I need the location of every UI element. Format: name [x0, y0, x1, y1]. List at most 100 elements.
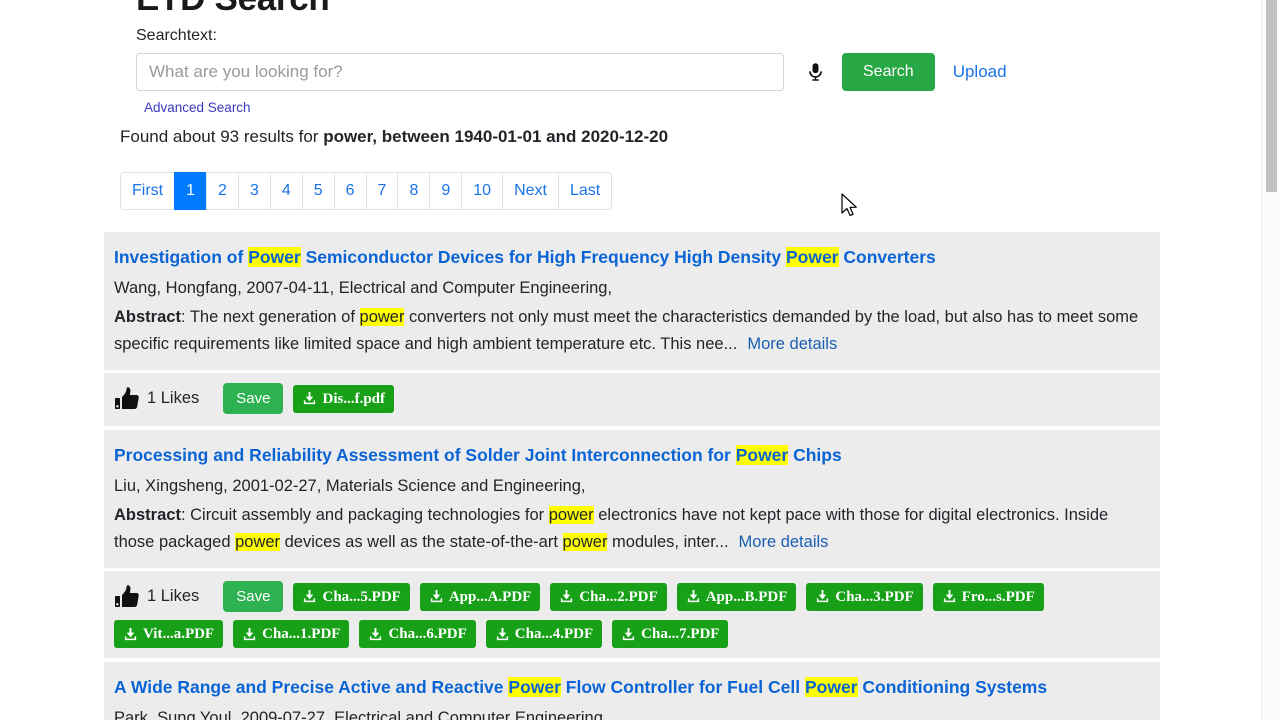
result-metadata: Park, Sung Youl, 2009-07-27, Electrical …: [114, 709, 608, 720]
download-icon: [496, 627, 508, 640]
pagination-page-9[interactable]: 9: [429, 172, 462, 210]
download-icon: [243, 627, 256, 640]
result-body: Processing and Reliability Assessment of…: [104, 430, 1160, 568]
abstract-label: Abstract: [114, 506, 181, 524]
page-title: ETD Search: [136, 0, 1160, 20]
download-pdf-button[interactable]: Cha...7.PDF: [612, 620, 729, 648]
download-pdf-button[interactable]: App...A.PDF: [419, 582, 541, 611]
result-actions: 1 Likes Save Dis...f.pdf: [104, 373, 1160, 426]
download-icon: [943, 589, 955, 603]
pagination-page-4[interactable]: 4: [269, 172, 302, 210]
pdf-file-name: Cha...1.PDF: [262, 626, 341, 642]
download-icon: [430, 589, 442, 603]
likes-group[interactable]: 1 Likes: [114, 386, 199, 412]
download-pdf-button[interactable]: Cha...5.PDF: [293, 582, 410, 611]
result-title-link[interactable]: A Wide Range and Precise Active and Reac…: [114, 676, 1150, 699]
download-icon: [370, 627, 382, 640]
pdf-file-name: Cha...5.PDF: [322, 588, 401, 605]
download-pdf-button[interactable]: Dis...f.pdf: [293, 384, 394, 413]
thumbs-up-icon: [115, 584, 139, 607]
search-row: Search Upload: [136, 53, 1160, 91]
result-metadata: Liu, Xingsheng, 2001-02-27, Materials Sc…: [114, 477, 586, 495]
download-pdf-button[interactable]: Fro...s.PDF: [932, 582, 1044, 611]
pagination-page-5[interactable]: 5: [301, 172, 334, 210]
search-button[interactable]: Search: [842, 53, 935, 91]
pagination-page-7[interactable]: 7: [365, 172, 398, 210]
page-viewport: ETD Search Searchtext: Search Upload Adv…: [0, 0, 1262, 720]
vertical-scrollbar[interactable]: [1261, 0, 1280, 720]
vertical-scrollbar-thumb[interactable]: [1266, 0, 1277, 192]
pdf-file-name: App...B.PDF: [705, 588, 788, 605]
download-pdf-button[interactable]: App...B.PDF: [676, 582, 797, 611]
download-pdf-button[interactable]: Cha...4.PDF: [485, 620, 603, 648]
pagination-page-3[interactable]: 3: [237, 172, 270, 210]
download-icon: [817, 589, 829, 603]
download-pdf-button[interactable]: Cha...6.PDF: [359, 620, 476, 648]
pdf-file-name: Fro...s.PDF: [961, 588, 1035, 605]
pagination-first[interactable]: First: [120, 172, 175, 210]
search-input[interactable]: [136, 53, 784, 91]
result-card: Investigation of Power Semiconductor Dev…: [104, 232, 1160, 426]
pdf-file-name: App...A.PDF: [448, 588, 532, 605]
search-term-highlight: power: [359, 308, 405, 326]
pagination-page-8[interactable]: 8: [397, 172, 430, 210]
browser-page: ETD Search Searchtext: Search Upload Adv…: [0, 0, 1280, 720]
search-term-highlight: Power: [804, 677, 858, 697]
search-term-highlight: Power: [508, 677, 561, 697]
pagination-page-6[interactable]: 6: [333, 172, 366, 210]
download-icon: [304, 391, 316, 405]
pagination-next[interactable]: Next: [502, 172, 558, 210]
page-content: ETD Search Searchtext: Search Upload Adv…: [104, 0, 1160, 720]
results-summary-query: power, between 1940-01-01 and 2020-12-20: [323, 127, 669, 146]
pdf-file-name: Cha...3.PDF: [835, 588, 914, 605]
download-icon: [561, 589, 573, 603]
search-term-highlight: Power: [735, 445, 789, 465]
pagination-page-1[interactable]: 1: [174, 172, 207, 210]
more-details-link[interactable]: More details: [747, 335, 837, 353]
pdf-file-name: Dis...f.pdf: [322, 390, 385, 407]
likes-count: 1 Likes: [147, 389, 200, 407]
more-details-link[interactable]: More details: [739, 533, 829, 551]
pdf-file-name: Cha...6.PDF: [388, 626, 467, 642]
search-results-list: Investigation of Power Semiconductor Dev…: [104, 232, 1160, 720]
download-pdf-button[interactable]: Cha...2.PDF: [550, 582, 667, 611]
pagination: First 1 2 3 4 5 6 7 8 9 10 Next Last: [120, 172, 613, 210]
result-metadata: Wang, Hongfang, 2007-04-11, Electrical a…: [114, 279, 613, 297]
pagination-page-10[interactable]: 10: [461, 172, 503, 210]
advanced-search-link[interactable]: Advanced Search: [144, 100, 251, 115]
thumbs-up-icon: [115, 386, 139, 409]
likes-count: 1 Likes: [147, 587, 200, 605]
result-card: Processing and Reliability Assessment of…: [104, 430, 1160, 658]
upload-link[interactable]: Upload: [953, 62, 1007, 82]
download-icon: [124, 627, 137, 640]
search-term-highlight: Power: [248, 247, 301, 267]
download-pdf-button[interactable]: Vit...a.PDF: [114, 620, 224, 648]
pdf-file-name: Cha...7.PDF: [641, 626, 720, 642]
result-body: A Wide Range and Precise Active and Reac…: [104, 662, 1160, 720]
save-button[interactable]: Save: [223, 383, 284, 414]
pagination-last[interactable]: Last: [557, 172, 613, 210]
download-pdf-button[interactable]: Cha...1.PDF: [233, 620, 350, 648]
download-pdf-button[interactable]: Cha...3.PDF: [806, 582, 923, 611]
search-term-highlight: power: [562, 533, 608, 551]
microphone-icon: [808, 63, 822, 81]
abstract-label: Abstract: [114, 308, 181, 326]
searchtext-label: Searchtext:: [136, 27, 217, 44]
download-icon: [623, 627, 635, 640]
search-term-highlight: Power: [785, 247, 839, 267]
pagination-page-2[interactable]: 2: [206, 172, 238, 210]
result-title-link[interactable]: Investigation of Power Semiconductor Dev…: [114, 246, 1150, 269]
search-term-highlight: power: [548, 506, 594, 524]
result-title-link[interactable]: Processing and Reliability Assessment of…: [114, 444, 1150, 467]
microphone-button[interactable]: [798, 53, 832, 91]
pdf-file-name: Vit...a.PDF: [143, 626, 215, 642]
likes-group[interactable]: 1 Likes: [114, 584, 199, 610]
pdf-file-name: Cha...4.PDF: [514, 626, 594, 642]
save-button[interactable]: Save: [223, 581, 284, 612]
result-card: A Wide Range and Precise Active and Reac…: [104, 662, 1160, 720]
results-summary-prefix: Found about 93 results for: [120, 127, 324, 146]
result-abstract: Abstract: The next generation of power c…: [114, 308, 1139, 353]
result-actions: 1 Likes Save Cha...5.PDF App...A.PDF Cha...2…: [104, 571, 1160, 658]
download-icon: [304, 589, 316, 603]
results-summary: Found about 93 results for power, betwee…: [120, 126, 1160, 148]
